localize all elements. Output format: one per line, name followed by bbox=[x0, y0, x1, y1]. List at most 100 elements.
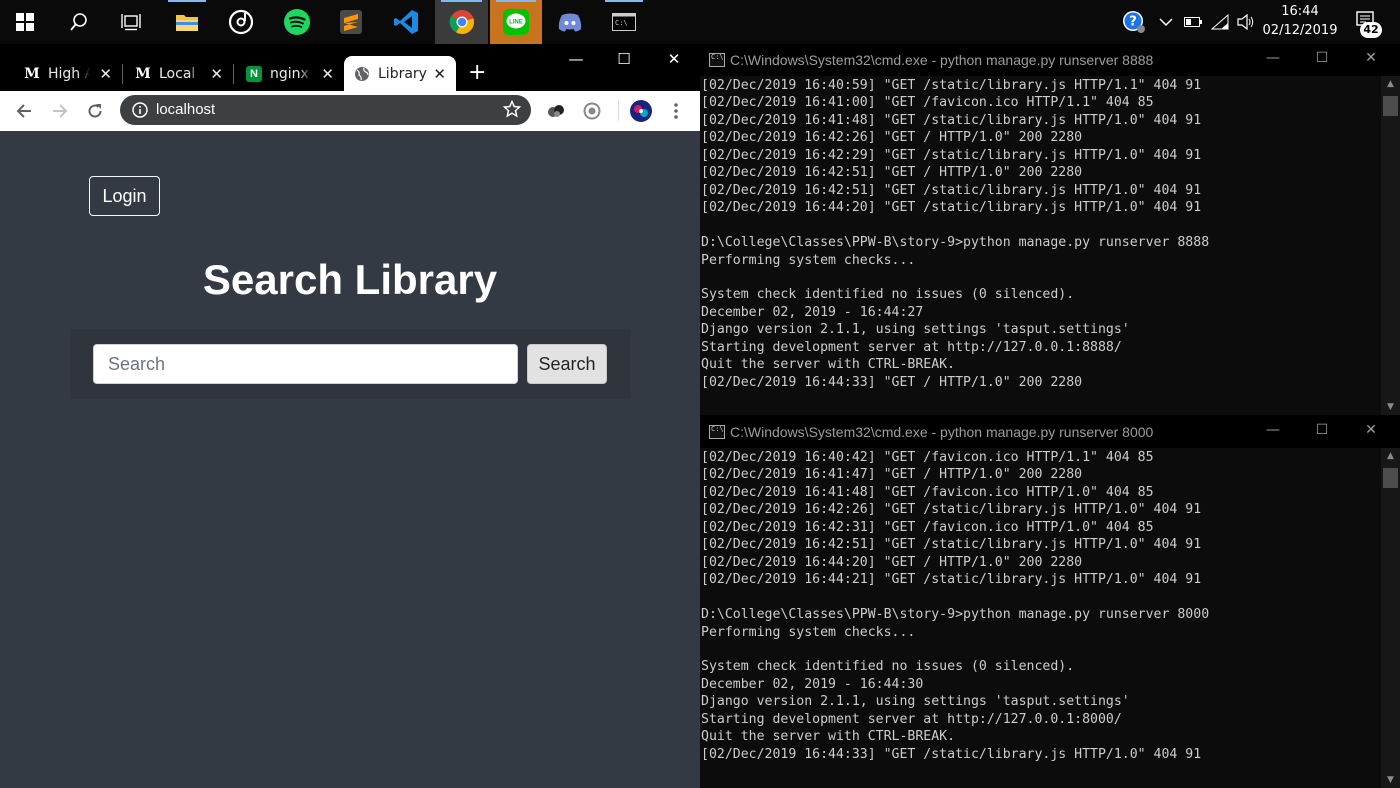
tab-medium-1[interactable]: M High A ✕ bbox=[14, 56, 122, 91]
console-line: [02/Dec/2019 16:41:48] "GET /static/libr… bbox=[701, 112, 1202, 128]
console-title: C:\Windows\System32\cmd.exe - python man… bbox=[730, 52, 1154, 68]
line-app-icon[interactable]: LINE bbox=[490, 0, 542, 44]
console-title: C:\Windows\System32\cmd.exe - python man… bbox=[730, 424, 1154, 440]
svg-text:LINE: LINE bbox=[509, 20, 523, 26]
tab-medium-2[interactable]: M Local S ✕ bbox=[125, 56, 233, 91]
console-window-8888[interactable]: C:\ C:\Windows\System32\cmd.exe - python… bbox=[700, 44, 1400, 415]
maximize-icon[interactable]: ☐ bbox=[601, 50, 647, 72]
console-line: System check identified no issues (0 sil… bbox=[701, 659, 1075, 675]
info-icon[interactable] bbox=[132, 102, 148, 122]
cmd-icon: C:\ bbox=[709, 425, 725, 439]
console-titlebar[interactable]: C:\ C:\Windows\System32\cmd.exe - python… bbox=[700, 416, 1400, 448]
close-window-icon[interactable]: ✕ bbox=[1348, 422, 1394, 438]
clock-time[interactable]: 16:44 bbox=[1262, 4, 1338, 19]
forward-icon[interactable] bbox=[48, 99, 72, 123]
tab-title: Library bbox=[378, 65, 427, 82]
vscode-icon[interactable] bbox=[381, 0, 431, 44]
close-tab-icon[interactable]: ✕ bbox=[433, 65, 446, 83]
scrollbar[interactable]: ▲ ▼ bbox=[1381, 76, 1400, 415]
chevron-up-icon[interactable] bbox=[1154, 0, 1178, 44]
windows-start-icon[interactable] bbox=[0, 0, 50, 44]
tab-title: nginx f bbox=[270, 65, 312, 82]
login-button[interactable]: Login bbox=[89, 176, 160, 216]
search-button[interactable]: Search bbox=[527, 344, 607, 384]
profile-avatar[interactable] bbox=[629, 99, 653, 123]
scrollbar[interactable]: ▲ ▼ bbox=[1381, 448, 1400, 788]
more-menu-icon[interactable] bbox=[664, 99, 688, 123]
console-line: [02/Dec/2019 16:41:48] "GET /favicon.ico… bbox=[701, 484, 1154, 500]
task-view-icon[interactable] bbox=[106, 0, 156, 44]
close-window-icon[interactable]: ✕ bbox=[1348, 50, 1394, 66]
maximize-icon[interactable]: ☐ bbox=[1299, 422, 1345, 438]
console-line: [02/Dec/2019 16:44:33] "GET / HTTP/1.0" … bbox=[701, 374, 1083, 390]
tab-title: Local S bbox=[159, 65, 201, 82]
console-output: [02/Dec/2019 16:40:42] "GET /favicon.ico… bbox=[701, 449, 1379, 763]
help-icon[interactable]: ? bbox=[1114, 0, 1154, 44]
medium-favicon-icon: M bbox=[24, 65, 40, 82]
reload-icon[interactable] bbox=[83, 99, 107, 123]
minimize-icon[interactable]: — bbox=[553, 50, 599, 72]
medium-favicon-icon: M bbox=[135, 65, 151, 82]
address-bar[interactable]: localhost bbox=[120, 95, 531, 125]
console-line: [02/Dec/2019 16:44:20] "GET /static/libr… bbox=[701, 200, 1202, 216]
nginx-favicon-icon: N bbox=[246, 65, 262, 82]
volume-icon[interactable] bbox=[1233, 0, 1259, 44]
minimize-icon[interactable]: — bbox=[1250, 50, 1296, 66]
search-icon[interactable] bbox=[54, 0, 104, 44]
close-tab-icon[interactable]: ✕ bbox=[321, 65, 334, 83]
groove-music-icon[interactable] bbox=[216, 0, 266, 44]
command-prompt-icon[interactable]: C:\ bbox=[599, 0, 649, 44]
console-titlebar[interactable]: C:\ C:\Windows\System32\cmd.exe - python… bbox=[700, 44, 1400, 76]
console-line: D:\College\Classes\PPW-B\story-9>python … bbox=[701, 235, 1210, 251]
console-line: [02/Dec/2019 16:41:00] "GET /favicon.ico… bbox=[701, 95, 1154, 111]
battery-icon bbox=[1180, 0, 1206, 44]
svg-text:C:\: C:\ bbox=[615, 19, 628, 27]
search-form: Search bbox=[70, 329, 630, 399]
scroll-down-icon[interactable]: ▼ bbox=[1381, 772, 1400, 788]
scroll-down-icon[interactable]: ▼ bbox=[1381, 399, 1400, 415]
close-tab-icon[interactable]: ✕ bbox=[210, 65, 223, 83]
back-icon[interactable] bbox=[12, 99, 36, 123]
console-line: [02/Dec/2019 16:41:47] "GET / HTTP/1.0" … bbox=[701, 467, 1083, 483]
scroll-up-icon[interactable]: ▲ bbox=[1381, 448, 1400, 464]
console-line: [02/Dec/2019 16:42:31] "GET /favicon.ico… bbox=[701, 519, 1154, 535]
chrome-icon[interactable] bbox=[435, 0, 488, 44]
scrollbar-thumb[interactable] bbox=[1383, 96, 1398, 116]
close-window-icon[interactable]: ✕ bbox=[651, 50, 697, 72]
extension-2-icon[interactable] bbox=[580, 99, 604, 123]
sublime-text-icon[interactable] bbox=[326, 0, 376, 44]
file-explorer-icon[interactable] bbox=[162, 0, 212, 44]
notification-badge: 42 bbox=[1360, 22, 1382, 38]
close-tab-icon[interactable]: ✕ bbox=[99, 65, 112, 83]
console-window-8000[interactable]: C:\ C:\Windows\System32\cmd.exe - python… bbox=[700, 416, 1400, 788]
console-line: Performing system checks... bbox=[701, 624, 916, 640]
tab-nginx[interactable]: N nginx f ✕ bbox=[236, 56, 344, 91]
tab-separator bbox=[122, 64, 123, 84]
new-tab-icon[interactable]: + bbox=[468, 62, 486, 84]
console-line: System check identified no issues (0 sil… bbox=[701, 287, 1075, 303]
page-title: Search Library bbox=[202, 256, 498, 303]
tab-library[interactable]: Library ✕ bbox=[344, 56, 456, 91]
console-line: Django version 2.1.1, using settings 'ta… bbox=[701, 322, 1130, 338]
spotify-icon[interactable] bbox=[272, 0, 322, 44]
svg-text:?: ? bbox=[1129, 15, 1137, 30]
bookmark-star-icon[interactable] bbox=[502, 99, 522, 122]
extension-icon[interactable] bbox=[544, 99, 568, 123]
console-line: Starting development server at http://12… bbox=[701, 339, 1122, 355]
wifi-icon[interactable] bbox=[1207, 0, 1233, 44]
clock-date[interactable]: 02/12/2019 bbox=[1262, 23, 1338, 38]
console-line: [02/Dec/2019 16:44:20] "GET / HTTP/1.0" … bbox=[701, 554, 1083, 570]
console-line: [02/Dec/2019 16:42:26] "GET /static/libr… bbox=[701, 502, 1202, 518]
discord-icon[interactable] bbox=[545, 0, 595, 44]
scroll-up-icon[interactable]: ▲ bbox=[1381, 76, 1400, 92]
maximize-icon[interactable]: ☐ bbox=[1299, 50, 1345, 66]
minimize-icon[interactable]: — bbox=[1250, 422, 1296, 438]
address-url: localhost bbox=[156, 101, 216, 118]
browser-window: M High A ✕ M Local S ✕ N nginx f ✕ Libra… bbox=[0, 44, 700, 788]
console-line: [02/Dec/2019 16:44:21] "GET /static/libr… bbox=[701, 572, 1202, 588]
console-line: Django version 2.1.1, using settings 'ta… bbox=[701, 694, 1130, 710]
search-input[interactable] bbox=[93, 344, 518, 384]
scrollbar-thumb[interactable] bbox=[1383, 468, 1398, 488]
